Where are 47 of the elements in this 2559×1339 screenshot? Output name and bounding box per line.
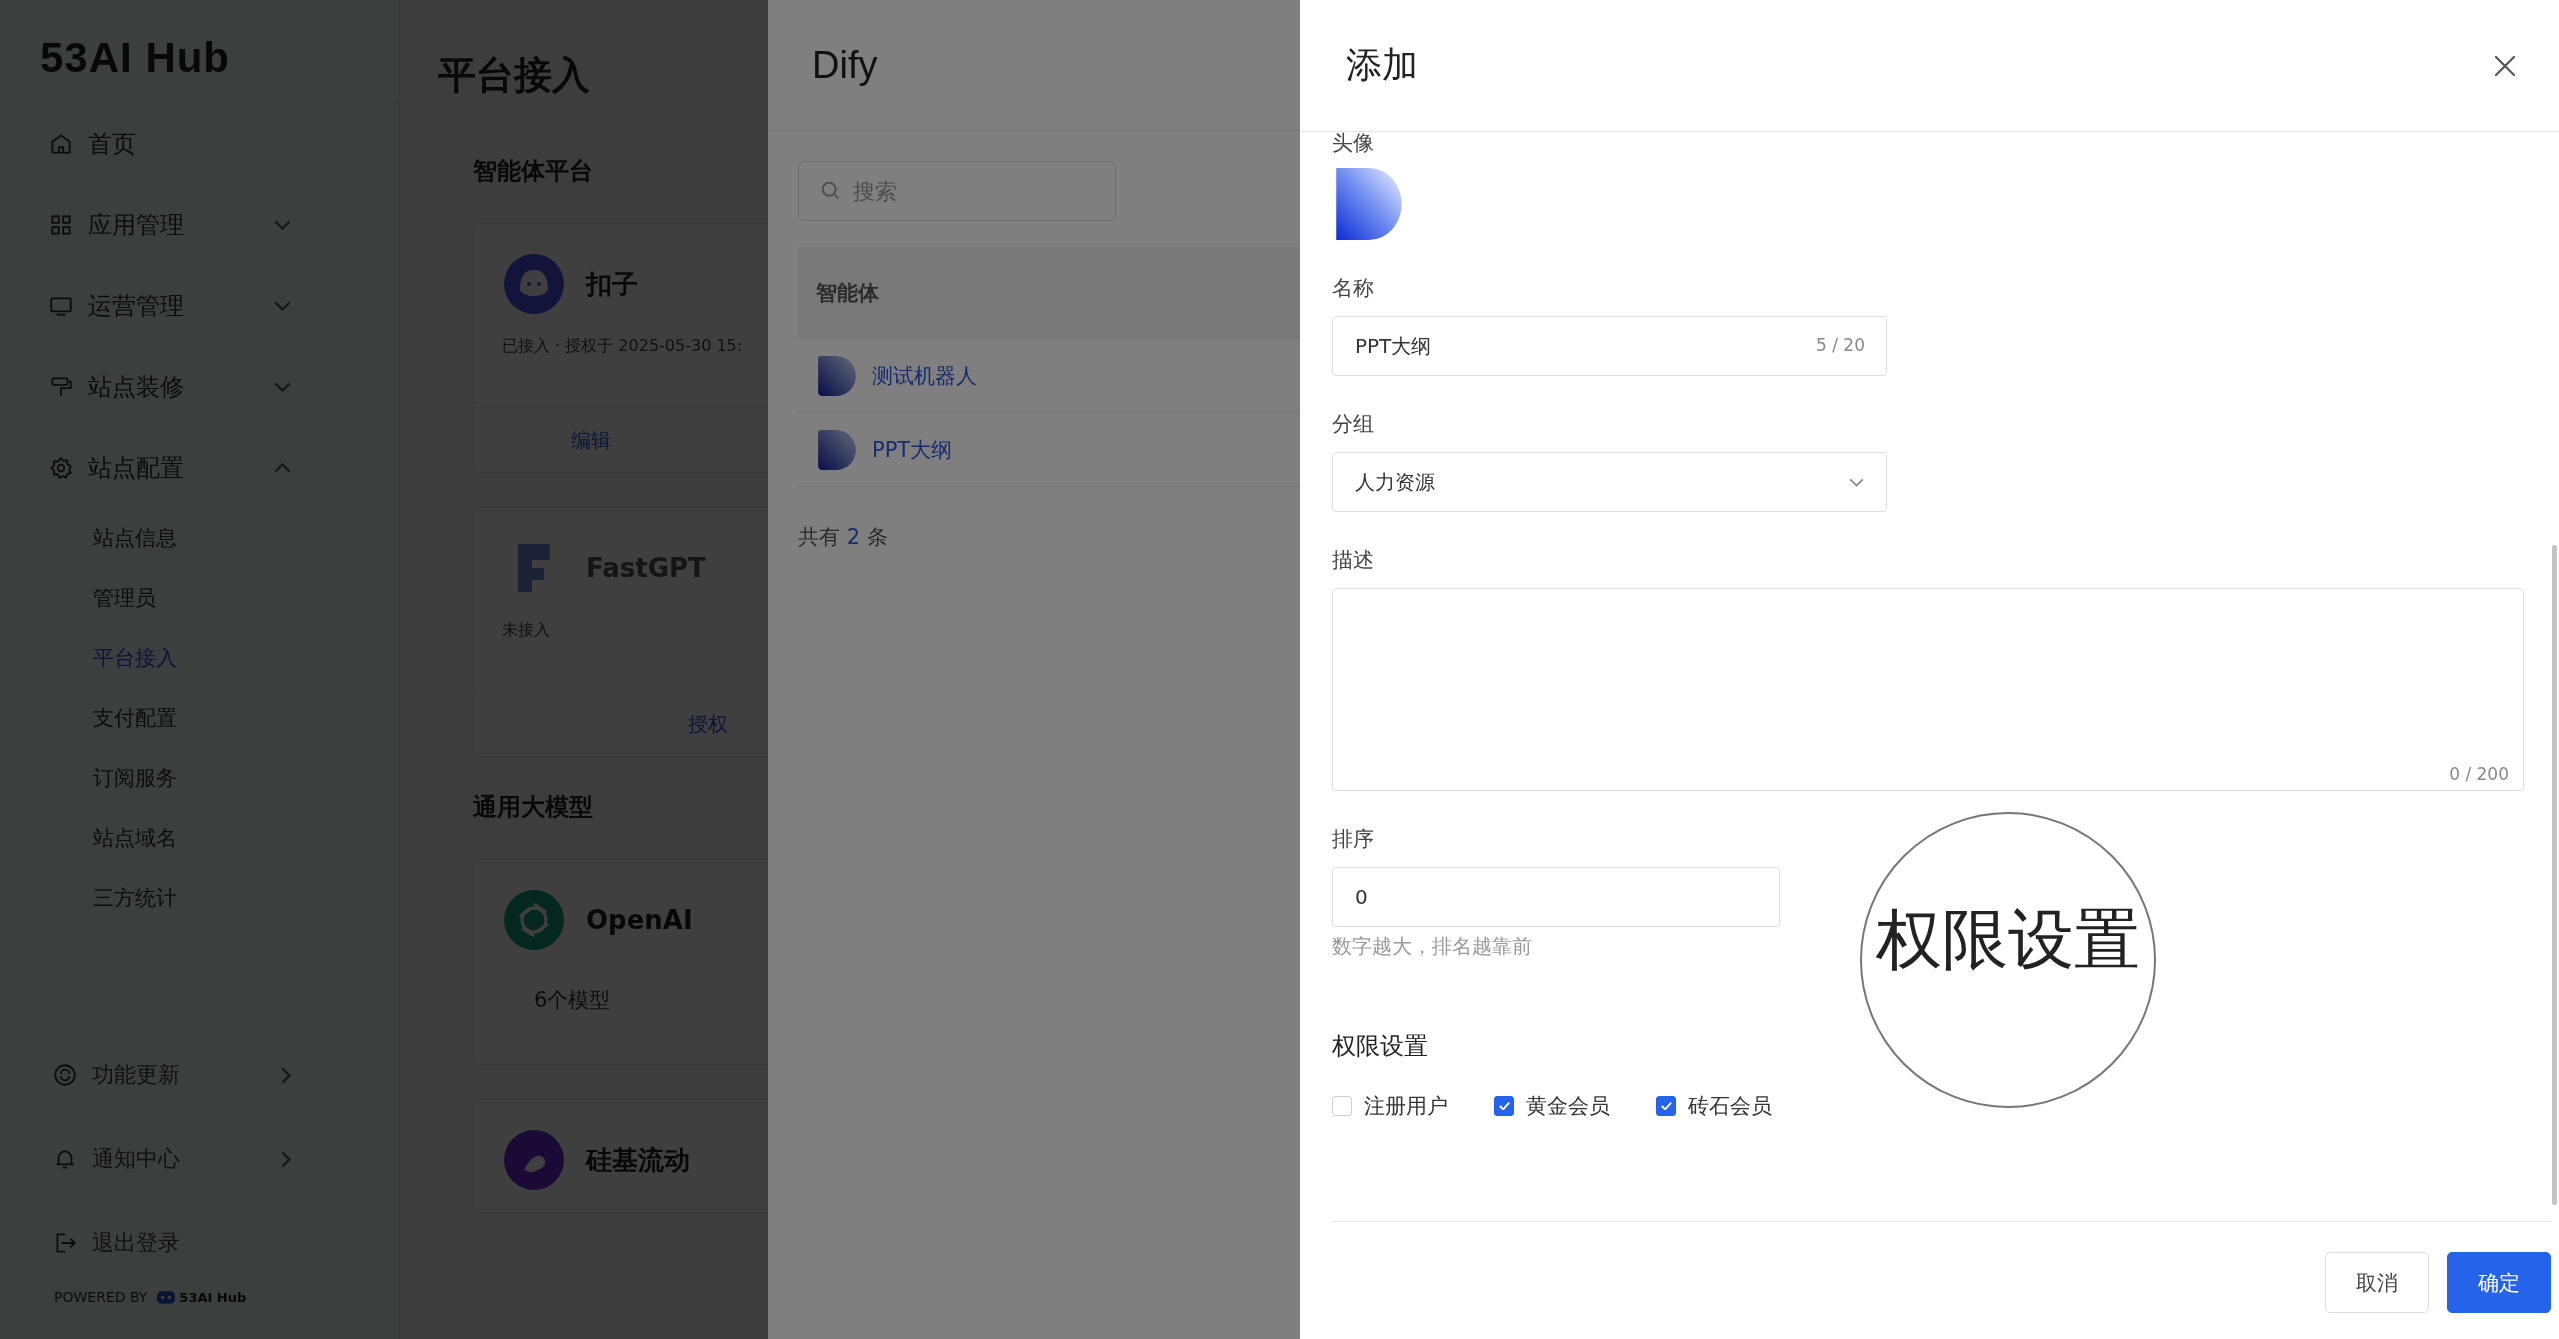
swirl-logo-icon xyxy=(504,1130,564,1190)
chevron-right-icon xyxy=(281,1066,291,1084)
agent-name-link[interactable]: PPT大纲 xyxy=(872,435,953,464)
field-hint: 数字越大，排名越靠前 xyxy=(1332,934,1532,958)
checkbox[interactable] xyxy=(1656,1096,1676,1116)
group-select[interactable]: 人力资源 xyxy=(1332,452,1887,512)
scrollbar[interactable] xyxy=(2552,545,2557,1205)
knot-logo-icon xyxy=(504,890,564,950)
close-icon[interactable] xyxy=(2495,55,2515,76)
chevron-down-icon xyxy=(274,300,291,311)
gear-icon xyxy=(48,454,74,481)
checkbox-label[interactable]: 注册用户 xyxy=(1364,1092,1448,1120)
char-counter: 0 / 200 xyxy=(2449,764,2509,784)
field-label: 排序 xyxy=(1332,827,1374,851)
avatar-icon xyxy=(818,429,856,470)
checkbox-label[interactable]: 砖石会员 xyxy=(1688,1092,1772,1120)
field-label: 头像 xyxy=(1332,131,1374,155)
column-header: 智能体 xyxy=(816,280,879,307)
cancel-button[interactable]: 取消 xyxy=(2325,1252,2429,1313)
chevron-down-icon xyxy=(1849,477,1864,487)
confirm-button[interactable]: 确定 xyxy=(2447,1252,2551,1313)
field-label: 分组 xyxy=(1332,412,1374,436)
checkbox-label[interactable]: 黄金会员 xyxy=(1526,1092,1610,1120)
drawer-title: 添加 xyxy=(1346,43,1418,87)
magnified-text: 权限设置 xyxy=(1876,900,2140,980)
ghost-face-icon xyxy=(504,254,564,314)
field-label: 描述 xyxy=(1332,548,1374,572)
search-icon xyxy=(822,182,839,199)
chevron-down-icon xyxy=(274,219,291,230)
checkmark-icon xyxy=(1660,1102,1672,1110)
drawer-title: Dify xyxy=(812,43,878,87)
total-count: 共有 2 条 xyxy=(798,525,888,549)
chevron-right-icon xyxy=(281,1150,291,1168)
checkbox[interactable] xyxy=(1494,1096,1514,1116)
chevron-up-icon xyxy=(274,462,291,473)
avatar-icon[interactable] xyxy=(1336,168,1402,240)
checkmark-icon xyxy=(1498,1102,1510,1110)
robot-icon xyxy=(157,1290,176,1304)
field-label: 名称 xyxy=(1332,276,1374,300)
sort-input[interactable]: 0 xyxy=(1332,867,1780,927)
section-title: 权限设置 xyxy=(1332,1032,1428,1060)
refresh-icon xyxy=(52,1062,78,1088)
char-counter: 5 / 20 xyxy=(1816,335,1865,355)
avatar-icon xyxy=(818,355,856,396)
chevron-down-icon xyxy=(274,381,291,392)
description-textarea[interactable]: 0 / 200 xyxy=(1332,588,2524,791)
agent-name-link[interactable]: 测试机器人 xyxy=(872,361,977,390)
